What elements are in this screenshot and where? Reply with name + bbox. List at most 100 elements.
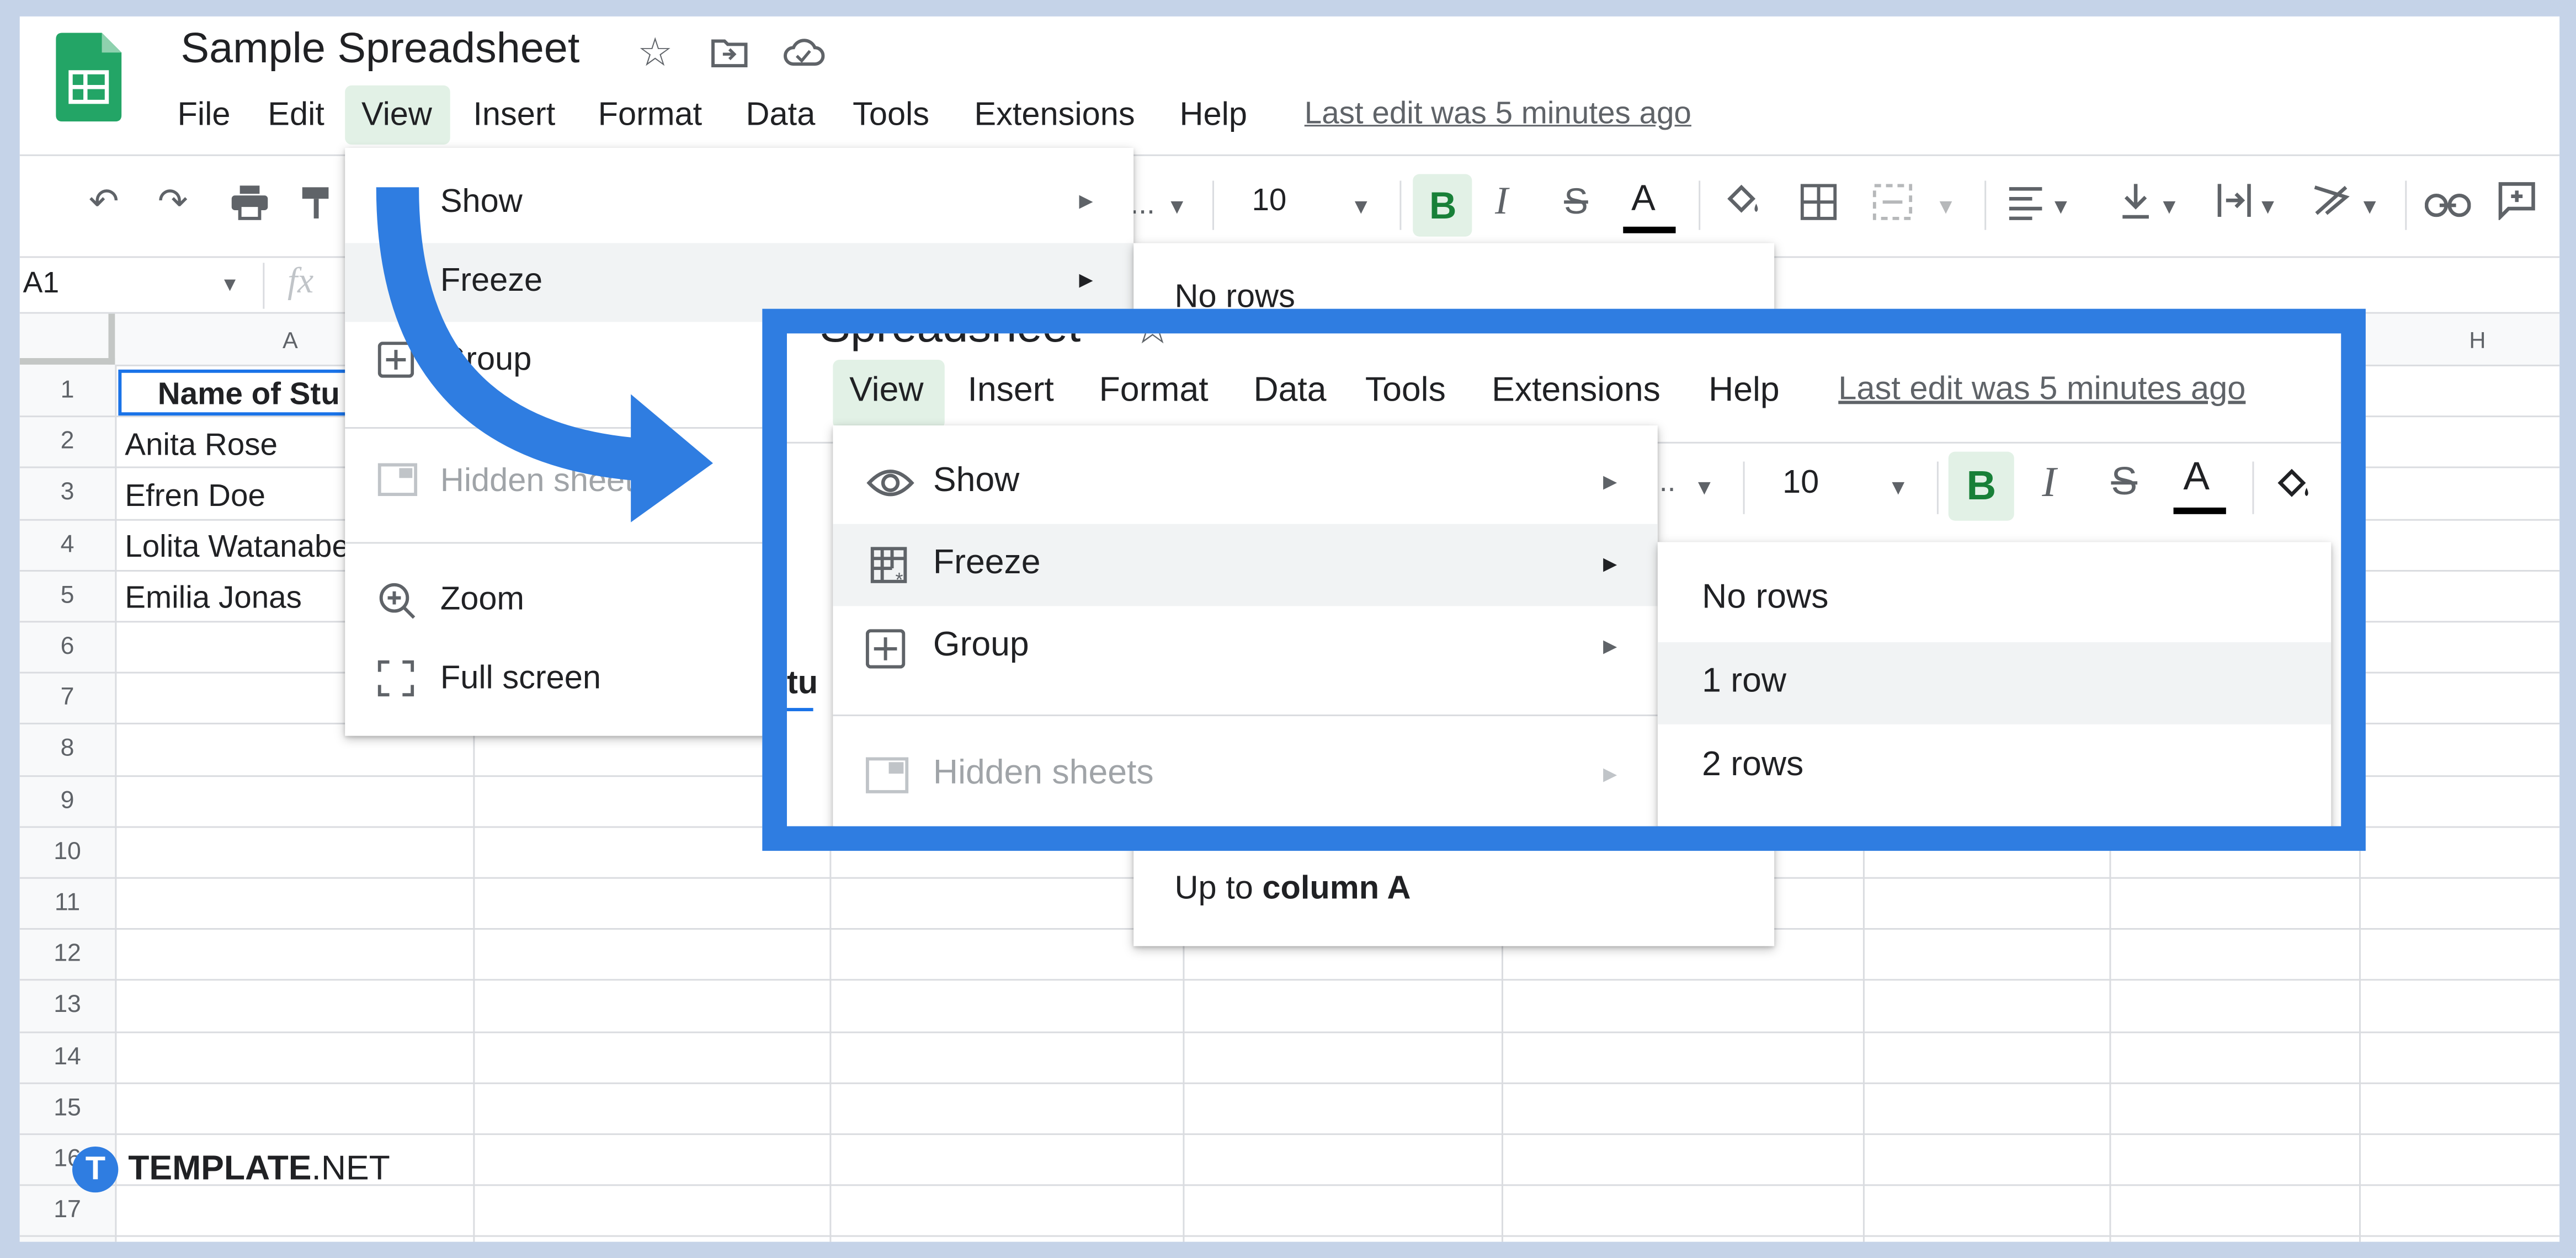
inset-last-edit-text: Last edit was 5 minutes ago xyxy=(1838,371,2246,408)
inset-frozen-cell-fragment: tu xyxy=(786,665,818,702)
redo-icon[interactable]: ↷ xyxy=(158,180,188,223)
formula-divider xyxy=(263,263,265,309)
submenu-arrow-icon: ► xyxy=(1599,760,1622,787)
inset-toolbar-divider xyxy=(1936,461,1939,514)
menu-view[interactable]: View xyxy=(361,97,432,135)
italic-button[interactable]: I xyxy=(1495,180,1508,225)
template-watermark: TEMPLATE.NET xyxy=(128,1150,390,1189)
inset-freeze-submenu: No rows 1 row 2 rows Up to row 1 xyxy=(1657,542,2332,851)
wrap-dropdown-icon[interactable]: ▼ xyxy=(2257,194,2278,218)
menu-edit[interactable]: Edit xyxy=(268,97,324,135)
submenu-arrow-icon: ► xyxy=(1599,550,1622,577)
menu-insert[interactable]: Insert xyxy=(473,97,555,135)
rotation-dropdown-icon[interactable]: ▼ xyxy=(2359,194,2380,218)
inset-size-dropdown-icon: ▼ xyxy=(1887,475,1909,500)
inset-bold-glyph: B xyxy=(1966,463,1997,509)
menu-data[interactable]: Data xyxy=(746,97,816,135)
cell-a4[interactable]: Lolita Watanabe xyxy=(125,531,348,567)
inset-menu-format: Format xyxy=(1099,371,1209,409)
submenu-arrow-icon: ► xyxy=(1074,266,1098,292)
inset-group-plus-icon xyxy=(865,629,906,669)
text-color-button[interactable]: A xyxy=(1631,178,1656,220)
inset-menu-divider xyxy=(833,714,1658,716)
inset-menu-tools: Tools xyxy=(1365,371,1446,409)
inset-dropdown-icon: ▼ xyxy=(1694,475,1715,500)
merge-dropdown-icon[interactable]: ▼ xyxy=(1935,194,1956,218)
inset-text-color: A xyxy=(2183,455,2210,500)
inset-title-fragment: Spreadsheet xyxy=(819,308,1081,352)
inset-fill-color-icon xyxy=(2272,465,2314,512)
zoom-icon xyxy=(378,582,417,621)
sheets-logo-icon[interactable] xyxy=(56,33,122,122)
cell-a3[interactable]: Efren Doe xyxy=(125,479,348,515)
freeze-up-to-column[interactable]: Up to column A xyxy=(1175,871,1411,908)
inset-menu-help: Help xyxy=(1709,371,1780,409)
inset-italic: I xyxy=(2042,458,2057,506)
inset-menu-freeze: * Freeze ► xyxy=(833,524,1658,606)
font-size-dropdown-icon[interactable]: ▼ xyxy=(1350,194,1371,218)
insert-link-icon[interactable] xyxy=(2424,187,2471,230)
template-suffix: .NET xyxy=(311,1149,390,1188)
merge-cells-icon[interactable] xyxy=(1872,184,1913,230)
align-dropdown-icon[interactable]: ▼ xyxy=(2050,194,2071,218)
inset-freeze-one-row: 1 row xyxy=(1657,642,2332,724)
font-size-value[interactable]: 10 xyxy=(1252,184,1286,220)
inset-menu-extensions: Extensions xyxy=(1492,371,1660,409)
insert-comment-icon[interactable] xyxy=(2497,180,2536,230)
undo-icon[interactable]: ↶ xyxy=(89,180,119,223)
move-folder-icon[interactable] xyxy=(710,36,749,77)
menu-format[interactable]: Format xyxy=(598,97,702,135)
valign-dropdown-icon[interactable]: ▼ xyxy=(2159,194,2180,218)
borders-icon[interactable] xyxy=(1800,184,1837,230)
cell-a1[interactable]: Name of Stu xyxy=(158,378,352,414)
fx-icon: fx xyxy=(287,259,314,301)
menu-help[interactable]: Help xyxy=(1179,97,1247,135)
full-screen-icon xyxy=(377,660,417,700)
star-icon[interactable]: ☆ xyxy=(637,30,673,77)
inset-menu-show: Show ► xyxy=(833,442,1657,524)
cell-a5[interactable]: Emilia Jonas xyxy=(125,582,348,617)
bold-glyph: B xyxy=(1429,184,1457,227)
horizontal-align-icon[interactable] xyxy=(2008,184,2043,230)
menu-extensions[interactable]: Extensions xyxy=(974,97,1135,135)
font-dropdown-arrow-icon[interactable]: ▼ xyxy=(1167,194,1188,218)
callout-arrow-icon xyxy=(376,187,714,523)
submenu-arrow-icon: ► xyxy=(1074,187,1098,214)
inset-font-size: 10 xyxy=(1782,465,1819,501)
name-box-dropdown-icon[interactable]: ▼ xyxy=(220,273,239,296)
template-logo-icon: T xyxy=(72,1146,119,1193)
sheets-window: Sample Spreadsheet ☆ File Edit View Inse… xyxy=(19,16,2560,1242)
document-title[interactable]: Sample Spreadsheet xyxy=(180,23,579,74)
last-edit-text: Last edit was 5 minutes ago xyxy=(1304,97,1691,132)
vertical-align-icon[interactable] xyxy=(2119,180,2152,230)
zoom-inset: Spreadsheet ☆ View Insert Format Data To… xyxy=(762,308,2366,851)
strikethrough-button[interactable]: S xyxy=(1564,180,1588,223)
cloud-status-icon[interactable] xyxy=(782,36,825,77)
inset-group-label: Group xyxy=(933,626,1029,664)
fill-color-icon[interactable] xyxy=(1722,180,1764,230)
svg-text:*: * xyxy=(895,569,903,588)
inset-freeze-up-to-row: Up to row 1 xyxy=(1702,821,1878,851)
text-rotation-icon[interactable] xyxy=(2310,180,2353,230)
last-edit-link[interactable]: Last edit was 5 minutes ago xyxy=(1305,97,1691,133)
bold-button[interactable]: B xyxy=(1413,174,1472,237)
print-icon[interactable] xyxy=(230,184,269,230)
toolbar-divider xyxy=(1399,180,1402,230)
menu-file[interactable]: File xyxy=(178,97,231,135)
toolbar-divider xyxy=(1984,180,1987,230)
inset-menu-hidden-sheets: Hidden sheets ► xyxy=(833,734,1657,817)
inset-bold-button: B xyxy=(1948,451,2014,521)
paint-format-icon[interactable] xyxy=(299,184,335,230)
inset-toolbar-divider xyxy=(1743,461,1745,514)
inset-freeze-no-rows: No rows xyxy=(1702,578,1829,616)
text-wrap-icon[interactable] xyxy=(2215,180,2254,230)
freeze-grid-icon: * xyxy=(869,545,908,591)
inset-star-icon: ☆ xyxy=(1132,308,1173,354)
menu-tools[interactable]: Tools xyxy=(853,97,929,135)
toolbar-divider xyxy=(1212,180,1215,230)
font-name-ellipsis[interactable]: ... xyxy=(1130,187,1155,222)
name-box[interactable]: A1 xyxy=(23,266,60,301)
submenu-arrow-icon: ► xyxy=(1599,632,1622,659)
cell-a2[interactable]: Anita Rose xyxy=(125,429,348,465)
inset-last-edit: Last edit was 5 minutes ago xyxy=(1838,371,2245,409)
